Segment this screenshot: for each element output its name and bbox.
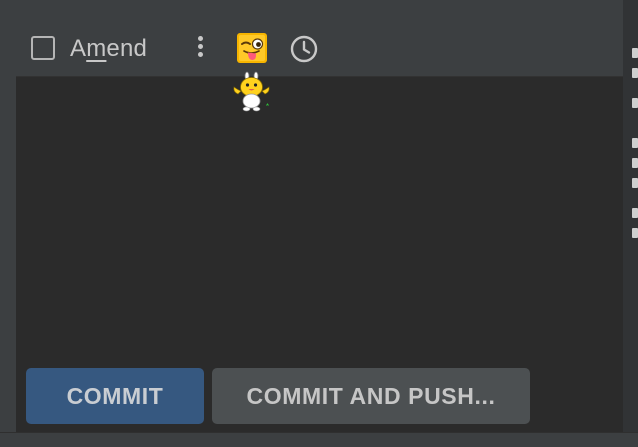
- gutter-marker: [632, 178, 638, 188]
- amend-label-start: A: [70, 35, 87, 62]
- commit-button[interactable]: COMMIT: [26, 368, 204, 424]
- kebab-vertical-icon[interactable]: [194, 36, 206, 60]
- gutter-marker: [632, 68, 638, 78]
- gutter-marker: [632, 138, 638, 148]
- gutter-marker: [632, 208, 638, 218]
- emoji-button[interactable]: [236, 32, 268, 64]
- gutter-marker: [632, 98, 638, 108]
- clock-icon: [290, 35, 318, 63]
- winking-face-tongue-icon: [237, 33, 267, 63]
- commit-history-button[interactable]: [289, 34, 319, 64]
- amend-label-mnemonic: m: [86, 35, 107, 62]
- gutter-marker: [632, 158, 638, 168]
- bottom-bar: [0, 432, 638, 447]
- right-gutter: [623, 0, 638, 446]
- commit-and-push-button[interactable]: COMMIT AND PUSH...: [212, 368, 530, 424]
- gutter-marker: [632, 228, 638, 238]
- gutter-marker: [632, 48, 638, 58]
- chick-mascot-sticker: [229, 69, 275, 115]
- amend-label[interactable]: Amend: [70, 34, 147, 64]
- amend-label-end: end: [106, 35, 148, 62]
- left-edge: [0, 0, 16, 446]
- amend-checkbox[interactable]: [31, 36, 55, 60]
